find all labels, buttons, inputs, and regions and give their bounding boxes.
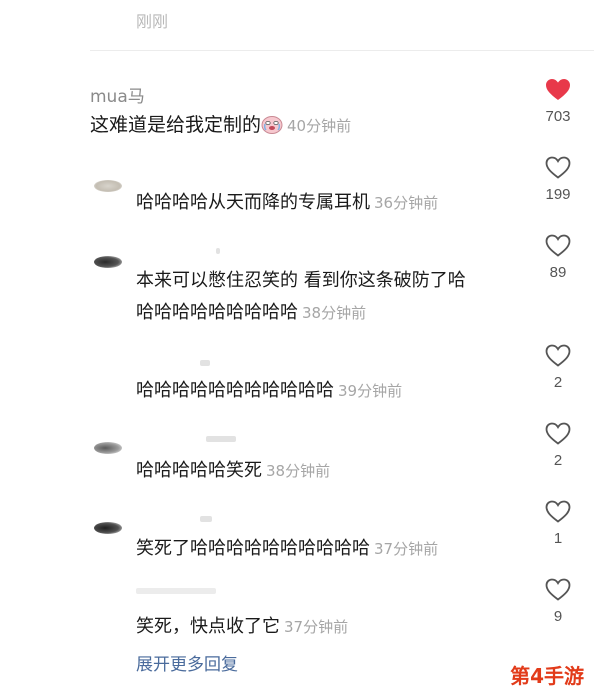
comment-body: 这难道是给我定制的 40分钟前: [90, 110, 351, 137]
like-button[interactable]: 703: [538, 78, 578, 125]
reply-text: 本来可以憋住忍笑的 看到你这条破防了哈: [136, 270, 466, 291]
crying-face-emoji-icon: [261, 114, 283, 134]
heart-filled-icon: [546, 79, 570, 100]
reply-time: 38分钟前: [302, 304, 367, 322]
heart-outline-icon: [545, 156, 571, 179]
reply-body: 笑死了哈哈哈哈哈哈哈哈哈哈 37分钟前: [136, 534, 438, 560]
reply-time: 36分钟前: [374, 194, 439, 212]
comment-username[interactable]: mua马: [90, 82, 145, 107]
like-button[interactable]: 9: [538, 578, 578, 625]
heart-outline-icon: [545, 234, 571, 257]
reply-text: 笑死了哈哈哈哈哈哈哈哈哈哈: [136, 538, 370, 559]
previous-comment-time: 刚刚: [136, 12, 169, 31]
reply-time: 39分钟前: [338, 382, 403, 400]
heart-outline-icon: [545, 344, 571, 367]
heart-outline-icon: [545, 500, 571, 523]
comment-time: 40分钟前: [287, 117, 352, 135]
reply-time: 37分钟前: [284, 618, 349, 636]
comment-text: 这难道是给我定制的: [90, 114, 262, 136]
like-count: 2: [553, 452, 563, 469]
reply-text: 哈哈哈哈哈哈哈哈哈: [136, 302, 298, 323]
reply-text: 哈哈哈哈从天而降的专属耳机: [136, 192, 370, 213]
avatar[interactable]: [94, 442, 122, 454]
like-count: 703: [545, 108, 571, 125]
heart-outline-icon: [545, 422, 571, 445]
expand-more-replies-link[interactable]: 展开更多回复: [136, 650, 238, 675]
reply-time: 37分钟前: [374, 540, 439, 558]
like-count: 9: [553, 608, 563, 625]
like-button[interactable]: 89: [538, 234, 578, 281]
username-placeholder: [206, 436, 236, 442]
like-button[interactable]: 199: [538, 156, 578, 203]
like-button[interactable]: 2: [538, 422, 578, 469]
username-placeholder: [200, 516, 212, 522]
reply-text: 笑死，快点收了它: [136, 616, 280, 637]
like-button[interactable]: 2: [538, 344, 578, 391]
like-button[interactable]: 1: [538, 500, 578, 547]
avatar[interactable]: [94, 180, 122, 192]
reply-body-line1: 本来可以憋住忍笑的 看到你这条破防了哈: [136, 266, 466, 292]
like-count: 1: [553, 530, 563, 547]
like-count: 89: [549, 264, 567, 281]
avatar[interactable]: [94, 256, 122, 268]
reply-body: 哈哈哈哈从天而降的专属耳机 36分钟前: [136, 188, 438, 214]
site-watermark: 第4手游: [510, 664, 584, 688]
reply-body: 哈哈哈哈哈哈哈哈哈哈哈 39分钟前: [136, 376, 402, 402]
username-placeholder: [216, 248, 220, 254]
reply-text: 哈哈哈哈哈笑死: [136, 460, 262, 481]
reply-body: 哈哈哈哈哈笑死 38分钟前: [136, 456, 330, 482]
reply-body: 笑死，快点收了它 37分钟前: [136, 612, 348, 638]
reply-text: 哈哈哈哈哈哈哈哈哈哈哈: [136, 380, 334, 401]
username-placeholder: [200, 360, 210, 366]
avatar[interactable]: [94, 522, 122, 534]
divider: [90, 50, 594, 51]
reply-time: 38分钟前: [266, 462, 331, 480]
like-count: 2: [553, 374, 563, 391]
username-placeholder: [136, 588, 216, 594]
heart-outline-icon: [545, 578, 571, 601]
like-count: 199: [545, 186, 571, 203]
reply-body-line2: 哈哈哈哈哈哈哈哈哈 38分钟前: [136, 298, 366, 324]
